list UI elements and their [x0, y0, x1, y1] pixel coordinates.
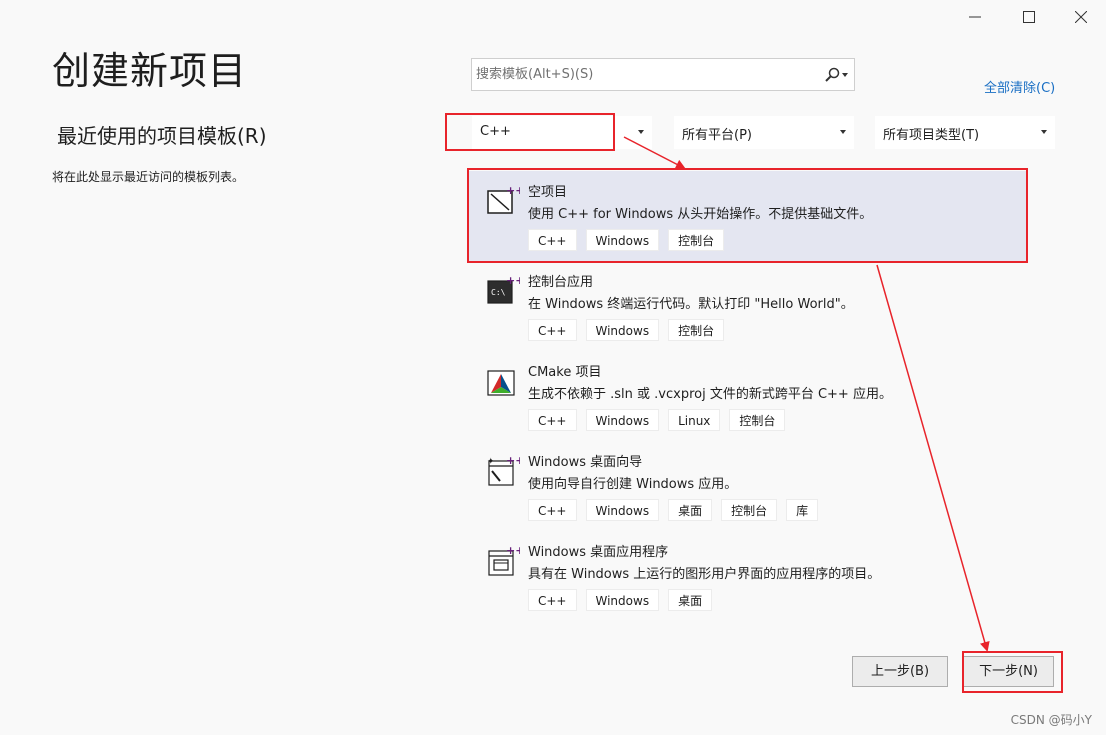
tag: C++ [528, 319, 577, 341]
tag: C++ [528, 409, 577, 431]
svg-text:C:\: C:\ [491, 288, 506, 297]
template-title: Windows 桌面应用程序 [528, 545, 669, 560]
page-title: 创建新项目 [52, 49, 248, 93]
back-button[interactable]: 上一步(B) [852, 656, 948, 687]
tag: 桌面 [668, 589, 713, 611]
recent-templates-description: 将在此处显示最近访问的模板列表。 [52, 170, 245, 184]
svg-text:++: ++ [506, 544, 520, 557]
tag: C++ [528, 589, 577, 611]
clear-all-link[interactable]: 全部清除(C) [984, 77, 1055, 96]
search-icon [825, 67, 840, 82]
tag: 控制台 [721, 499, 778, 521]
annotation-box-empty-project [467, 168, 1028, 263]
tag: Windows [585, 589, 660, 611]
close-button[interactable] [1058, 0, 1104, 34]
svg-text:✦: ✦ [487, 457, 495, 467]
project-type-filter-value: 所有项目类型(T) [883, 128, 980, 143]
minimize-icon [969, 16, 981, 18]
maximize-button[interactable] [1006, 0, 1052, 34]
template-description: 具有在 Windows 上运行的图形用户界面的应用程序的项目。 [528, 567, 881, 582]
search-input[interactable] [476, 59, 816, 90]
template-description: 生成不依赖于 .sln 或 .vcxproj 文件的新式跨平台 C++ 应用。 [528, 387, 892, 402]
chevron-down-icon [638, 130, 644, 134]
template-description: 使用向导自行创建 Windows 应用。 [528, 477, 738, 492]
chevron-down-icon [840, 130, 846, 134]
template-item-desktop-wizard[interactable]: ✦ ++ Windows 桌面向导 使用向导自行创建 Windows 应用。 C… [469, 441, 1026, 531]
watermark: CSDN @码小Y [1010, 713, 1092, 727]
minimize-button[interactable] [952, 0, 998, 34]
platform-filter-value: 所有平台(P) [682, 128, 752, 143]
project-type-filter-dropdown[interactable]: 所有项目类型(T) [875, 116, 1055, 149]
template-title: Windows 桌面向导 [528, 455, 643, 470]
tag: 桌面 [668, 499, 713, 521]
template-item-cmake-project[interactable]: CMake 项目 生成不依赖于 .sln 或 .vcxproj 文件的新式跨平台… [469, 351, 1026, 441]
tag: Linux [668, 409, 721, 431]
search-button[interactable] [825, 67, 848, 82]
tag: Windows [585, 499, 660, 521]
search-box [471, 58, 855, 91]
annotation-box-language [445, 113, 615, 151]
desktop-wizard-icon: ✦ ++ [487, 454, 520, 486]
chevron-down-icon [842, 72, 848, 77]
template-item-console-app[interactable]: C:\ ++ 控制台应用 在 Windows 终端运行代码。默认打印 "Hell… [469, 261, 1026, 351]
svg-text:++: ++ [506, 454, 520, 467]
template-description: 在 Windows 终端运行代码。默认打印 "Hello World"。 [528, 297, 854, 312]
tag: Windows [585, 319, 660, 341]
recent-templates-heading: 最近使用的项目模板(R) [57, 124, 267, 148]
tag: Windows [585, 409, 660, 431]
chevron-down-icon [1041, 130, 1047, 134]
tag: 控制台 [729, 409, 786, 431]
platform-filter-dropdown[interactable]: 所有平台(P) [674, 116, 854, 149]
desktop-app-icon: ++ [488, 544, 520, 576]
annotation-box-next [962, 651, 1063, 693]
tag: 库 [786, 499, 819, 521]
console-app-icon: C:\ ++ [487, 274, 520, 304]
close-icon [1075, 11, 1087, 23]
list-fade [469, 620, 1029, 640]
template-item-desktop-app[interactable]: ++ Windows 桌面应用程序 具有在 Windows 上运行的图形用户界面… [469, 531, 1026, 621]
svg-text:++: ++ [506, 274, 520, 287]
template-title: CMake 项目 [528, 365, 602, 380]
tag: C++ [528, 499, 577, 521]
maximize-icon [1023, 11, 1035, 23]
template-title: 控制台应用 [528, 275, 594, 290]
cmake-icon [487, 370, 515, 396]
tag: 控制台 [668, 319, 725, 341]
